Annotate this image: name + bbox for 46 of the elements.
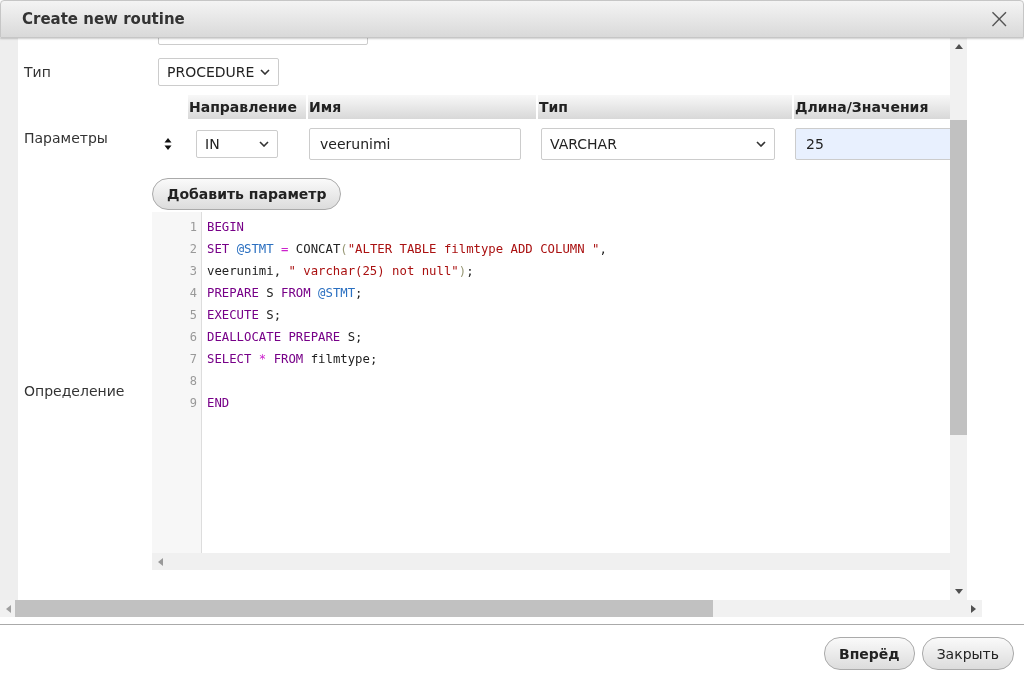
line-number: 1 [189, 219, 197, 236]
dialog-button[interactable]: Закрыть [921, 637, 1014, 670]
direction-dropdown[interactable]: IN [196, 130, 278, 158]
code-line: EXECUTE S; [207, 308, 282, 322]
code-line: END [207, 396, 230, 410]
vertical-scrollbar[interactable] [950, 38, 967, 600]
drag-handle-icon[interactable] [164, 138, 172, 150]
line-number: 8 [189, 373, 197, 390]
scroll-down-icon[interactable] [954, 589, 963, 594]
field-label: Параметры [24, 130, 108, 146]
line-number: 9 [189, 395, 197, 412]
code-line: BEGIN [207, 220, 245, 234]
chevron-down-icon [260, 69, 271, 75]
chevron-down-icon [756, 141, 766, 147]
add-parameter-button[interactable]: Добавить параметр [152, 178, 342, 210]
column-header: Имя [308, 95, 538, 119]
horizontal-scrollbar[interactable] [0, 600, 982, 617]
chevron-down-icon [259, 141, 269, 147]
window-title: Create new routine [22, 10, 185, 28]
type-dropdown[interactable]: PROCEDURE [158, 58, 280, 86]
type-dropdown[interactable]: VARCHAR [541, 128, 775, 160]
name-field[interactable]: veerunimi [309, 128, 521, 160]
column-header: Направление [188, 95, 308, 119]
field-label: Тип [24, 64, 52, 80]
field-label: Определение [24, 383, 126, 399]
column-header: Тип [538, 95, 794, 119]
close-button[interactable]: × [981, 5, 1017, 33]
line-number: 6 [189, 329, 197, 346]
code-line: DEALLOCATE PREPARE S; [207, 330, 363, 344]
line-number: 7 [189, 351, 197, 368]
code-editor[interactable]: 1 2 3 4 5 6 7 8 9 BEGIN SET @STMT = CONCAT("ALTER TABLE filmtype ADD COLUMN ", veerunimi, " varchar(25) not null"); PREPARE S FROM @STMT; EXECUTE S; DEALLOCATE PREPARE S; SELECT * FROM filmtype; END [152, 212, 950, 570]
code-line: veerunimi, " varchar(25) not null"); [207, 264, 474, 278]
scroll-up-icon[interactable] [954, 44, 963, 49]
dialog-button[interactable]: Вперёд [823, 637, 915, 670]
scroll-left-icon[interactable] [158, 557, 164, 566]
line-number: 2 [189, 241, 197, 258]
scroll-left-icon[interactable] [6, 604, 11, 613]
code-line: SELECT * FROM filmtype; [207, 352, 378, 366]
code-line: SET @STMT = CONCAT("ALTER TABLE filmtype ADD COLUMN ", [207, 242, 607, 256]
scroll-right-icon[interactable] [971, 604, 976, 613]
length-field[interactable]: 25 [795, 128, 950, 160]
line-number: 4 [189, 285, 197, 302]
code-line: PREPARE S FROM @STMT; [207, 286, 363, 300]
line-number: 5 [189, 307, 197, 324]
column-header: Длина/Значения [794, 95, 950, 119]
line-number: 3 [189, 263, 197, 280]
